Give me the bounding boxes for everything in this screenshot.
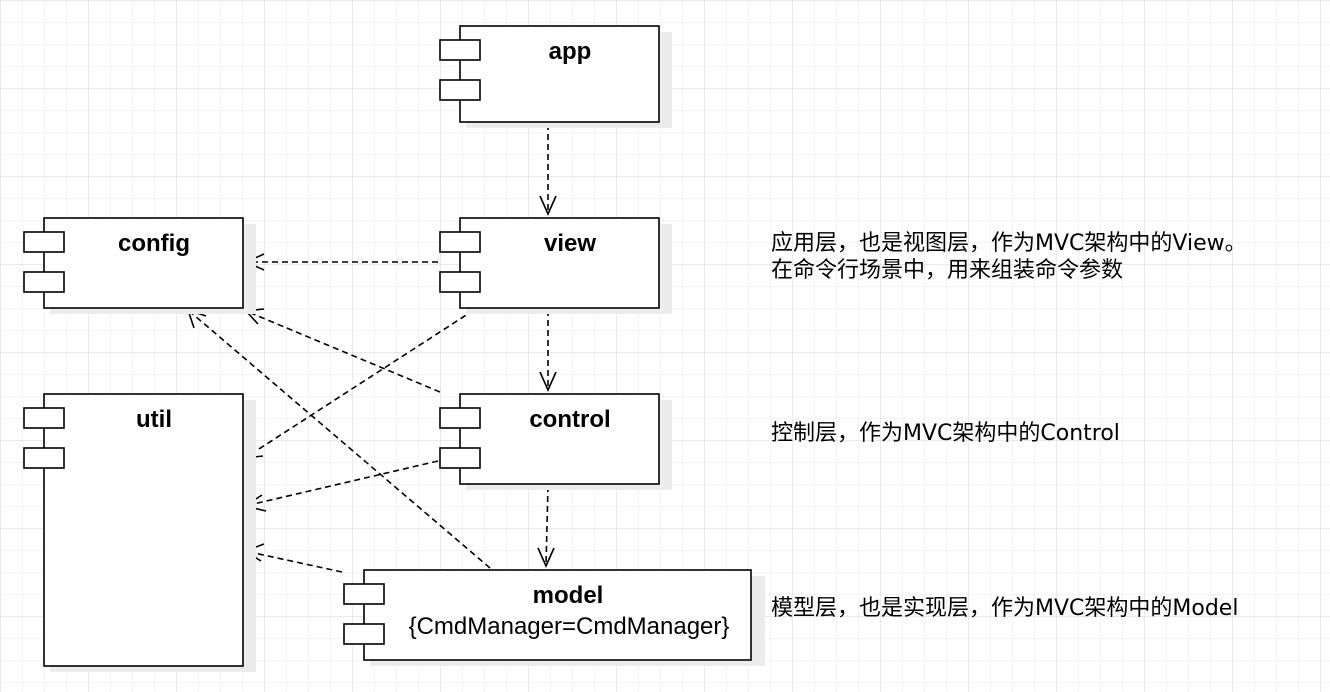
component-util[interactable]: util (23, 393, 256, 672)
component-title: control (529, 406, 610, 433)
component-title: util (136, 406, 172, 433)
component-title: config (118, 230, 190, 257)
component-port-icon (23, 231, 65, 253)
component-port-icon (439, 407, 481, 429)
diagram-canvas: app view config util control model {CmdM… (0, 0, 1330, 692)
component-view[interactable]: view (439, 217, 672, 314)
component-control[interactable]: control (439, 393, 672, 490)
component-port-icon (343, 583, 385, 605)
component-property: {CmdManager=CmdManager} (409, 613, 730, 640)
component-diagram: app view config util control model {CmdM… (0, 0, 1330, 692)
component-model[interactable]: model {CmdManager=CmdManager} (343, 569, 765, 666)
component-title: view (544, 230, 596, 257)
component-port-icon (439, 39, 481, 61)
note-view-line1: 应用层，也是视图层，作为MVC架构中的View。 (771, 231, 1247, 256)
component-port-icon (439, 447, 481, 469)
note-view-line2: 在命令行场景中，用来组装命令参数 (771, 258, 1123, 283)
component-port-icon (23, 271, 65, 293)
component-title: model (533, 582, 604, 609)
component-box (43, 393, 244, 667)
component-port-icon (343, 623, 385, 645)
component-config[interactable]: config (23, 217, 256, 314)
component-port-icon (439, 231, 481, 253)
component-port-icon (439, 79, 481, 101)
component-port-icon (23, 447, 65, 469)
component-app[interactable]: app (439, 25, 672, 128)
note-control: 控制层，作为MVC架构中的Control (771, 421, 1120, 446)
component-port-icon (439, 271, 481, 293)
component-port-icon (23, 407, 65, 429)
note-model: 模型层，也是实现层，作为MVC架构中的Model (771, 596, 1238, 621)
component-title: app (549, 38, 592, 65)
